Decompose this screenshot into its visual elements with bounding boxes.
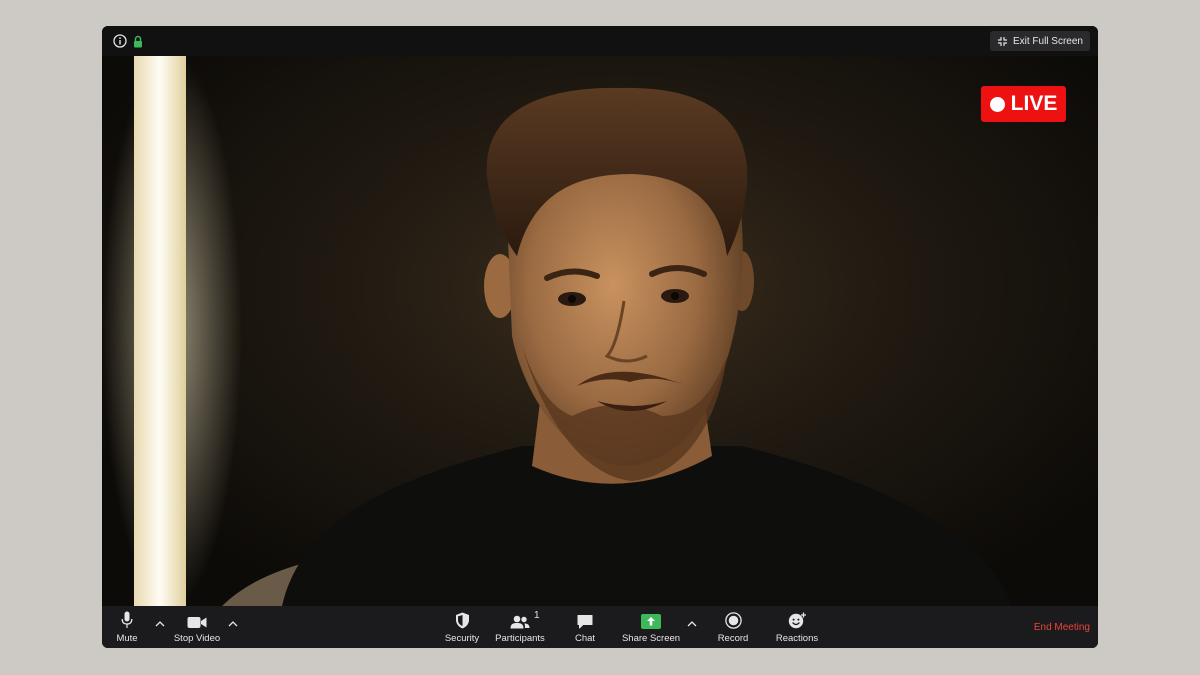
chat-button[interactable]: Chat — [570, 610, 600, 644]
record-button[interactable]: Record — [714, 610, 752, 644]
share-screen-button[interactable]: Share Screen — [620, 610, 682, 644]
security-label: Security — [444, 633, 480, 644]
stop-video-button[interactable]: Stop Video — [172, 610, 222, 644]
chevron-up-icon — [228, 621, 238, 627]
share-options-caret[interactable] — [686, 619, 698, 629]
video-camera-icon — [187, 617, 207, 628]
speaker-video-image — [102, 56, 1012, 606]
shield-icon — [455, 612, 469, 629]
chevron-up-icon — [155, 621, 165, 627]
microphone-icon — [121, 611, 133, 628]
share-screen-label: Share Screen — [621, 633, 681, 644]
reactions-icon — [788, 612, 806, 629]
participants-icon — [510, 615, 530, 629]
mute-label: Mute — [116, 633, 138, 644]
exit-fullscreen-icon — [997, 36, 1007, 46]
audio-options-caret[interactable] — [154, 619, 166, 629]
record-dot-icon — [989, 96, 1005, 112]
end-meeting-button[interactable]: End Meeting — [1034, 622, 1090, 633]
chevron-up-icon — [687, 621, 697, 627]
stop-video-label: Stop Video — [173, 633, 221, 644]
reactions-button[interactable]: Reactions — [774, 610, 820, 644]
exit-full-screen-button[interactable]: Exit Full Screen — [989, 31, 1090, 51]
video-options-caret[interactable] — [227, 619, 239, 629]
chat-icon — [577, 615, 593, 629]
share-screen-icon — [641, 614, 661, 629]
top-bar: Exit Full Screen — [102, 26, 1098, 56]
meeting-toolbar: Mute Stop Video Security Participants 1 … — [102, 606, 1098, 648]
exit-full-screen-label: Exit Full Screen — [1012, 35, 1083, 47]
participants-label: Participants — [495, 633, 545, 644]
record-label: Record — [717, 633, 749, 644]
record-icon — [724, 612, 742, 629]
lock-icon[interactable] — [132, 33, 144, 49]
video-feed: LIVE — [102, 56, 1098, 606]
info-icon[interactable] — [112, 33, 128, 49]
participants-count: 1 — [534, 610, 540, 621]
live-label: LIVE — [1010, 92, 1058, 115]
live-badge: LIVE — [981, 86, 1066, 122]
reactions-label: Reactions — [775, 633, 819, 644]
security-button[interactable]: Security — [442, 610, 482, 644]
mute-button[interactable]: Mute — [112, 610, 142, 644]
chat-label: Chat — [574, 633, 596, 644]
zoom-window: Exit Full Screen LIVE Mute Stop Video Se… — [102, 26, 1098, 648]
